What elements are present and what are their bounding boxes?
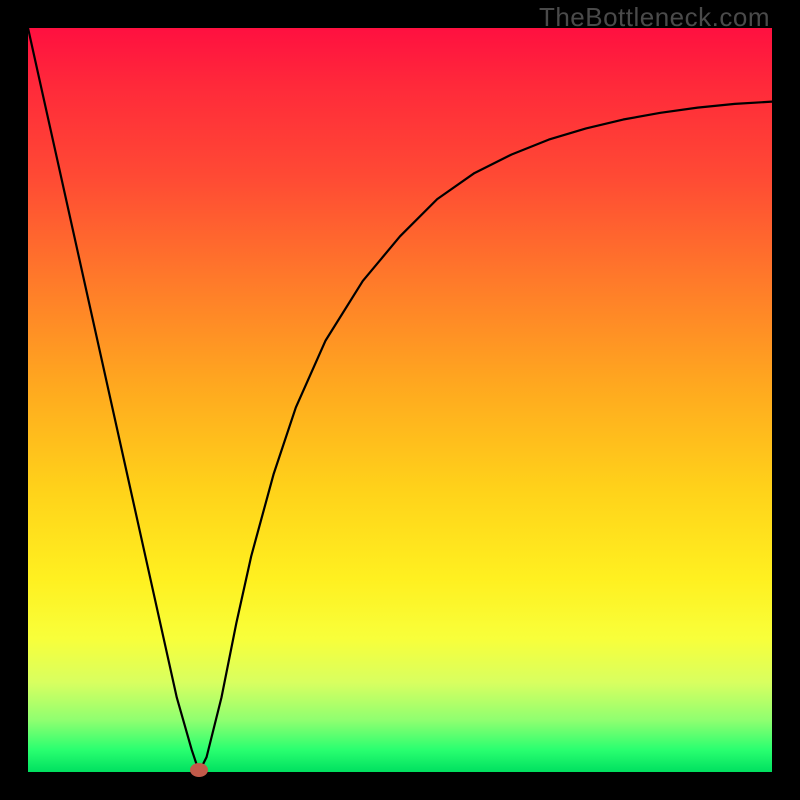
- minimum-marker: [190, 763, 208, 777]
- bottleneck-curve-path: [28, 28, 772, 772]
- plot-area: [28, 28, 772, 772]
- curve-svg: [28, 28, 772, 772]
- chart-frame: TheBottleneck.com: [0, 0, 800, 800]
